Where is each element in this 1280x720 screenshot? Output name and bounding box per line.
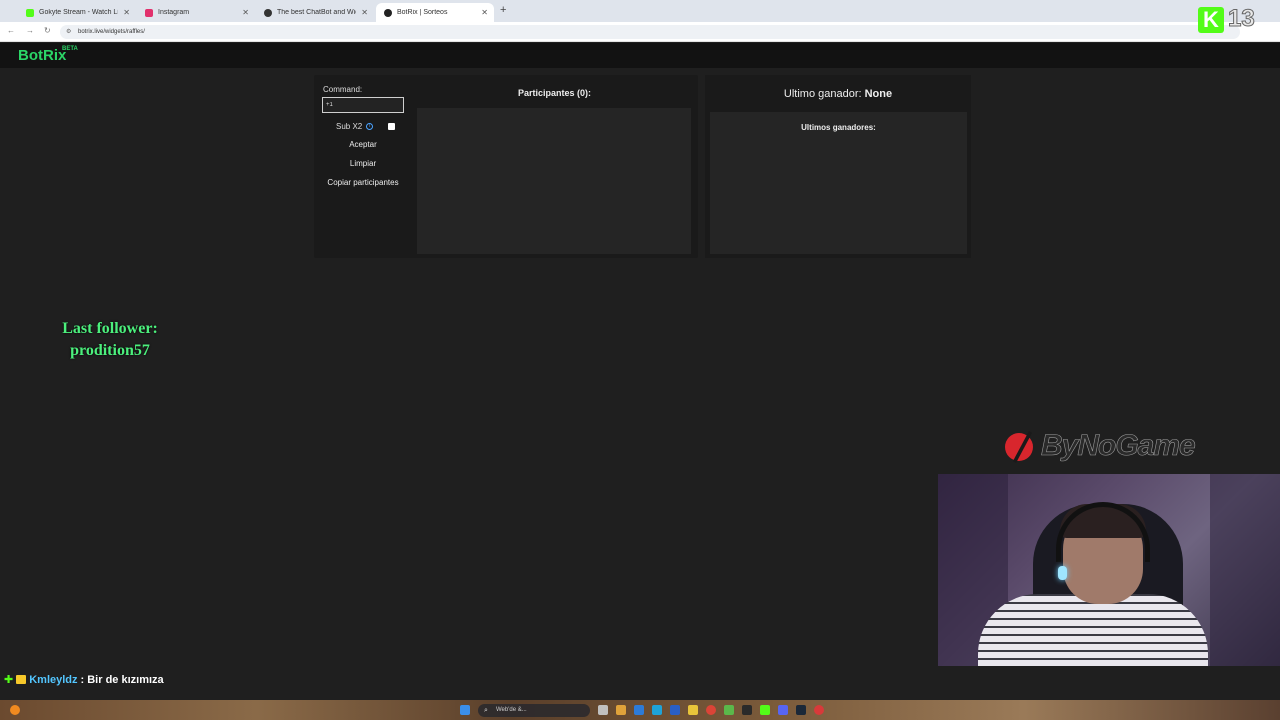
last-follower-name: prodition57 [70,342,150,359]
browser-address-bar: ← → ↻ ⚙ botrix.live/widgets/raffles/ [0,22,1280,42]
browser-tab-strip: Gokyte Stream - Watch Live on ✕ Instagra… [0,0,1280,22]
close-icon[interactable]: ✕ [481,8,494,17]
close-icon[interactable]: ✕ [361,8,374,17]
last-winner-value: None [864,88,893,100]
taskbar-search[interactable]: ⌕ Web'de &... [478,704,590,717]
folder-icon[interactable] [688,705,698,715]
accept-button[interactable]: Aceptar [322,138,404,152]
botrix-favicon-icon [384,8,392,17]
beta-badge: BETA [62,46,78,52]
discord-icon[interactable] [778,705,788,715]
xbox-icon[interactable] [724,705,734,715]
participants-list[interactable] [417,108,691,254]
reload-icon[interactable]: ↻ [44,26,51,35]
tab-gokyte-stream[interactable]: Gokyte Stream - Watch Live on ✕ [18,3,136,22]
sub-x2-label: Sub X2 [336,122,363,131]
task-view-icon[interactable] [598,705,608,715]
kick-logo-icon: K [1198,7,1224,33]
sub-x2-checkbox[interactable] [388,123,395,130]
kick-badge: K 13 [1198,5,1268,35]
person-shirt [978,594,1208,666]
webcam-background [1210,474,1280,666]
tab-botrix-home[interactable]: The best ChatBot and Widgets ✕ [256,3,374,22]
store-icon[interactable] [634,705,644,715]
obs-icon[interactable] [814,705,824,715]
headset-light [1058,566,1067,580]
webcam-feed [938,474,1280,666]
site-header: BotRix BETA [0,43,1280,68]
botrix-favicon-icon [264,8,272,17]
last-follower-label: Last follower: [62,320,158,337]
tab-botrix-sorteos[interactable]: BotRix | Sorteos ✕ [376,3,494,22]
participants-title: Participantes (0): [518,88,592,98]
command-input[interactable] [322,97,404,113]
winners-list[interactable]: Ultimos ganadores: [710,112,967,254]
command-label: Command: [323,85,363,94]
close-icon[interactable]: ✕ [123,8,136,17]
last-winner: Ultimo ganador: None [705,88,971,100]
info-icon[interactable]: i [366,123,374,130]
windows-start-icon[interactable] [460,705,470,715]
terminal-icon[interactable] [742,705,752,715]
url-field[interactable]: ⚙ botrix.live/widgets/raffles/ [60,25,1240,39]
instagram-favicon-icon [145,8,153,17]
botrix-logo[interactable]: BotRix [18,47,66,64]
start-icon[interactable] [10,705,20,715]
taskbar-search-text: Web'de &... [496,707,527,713]
clear-button[interactable]: Limpiar [322,157,404,171]
last-winner-label: Ultimo ganador: [783,88,862,100]
sponsor-name: ByNoGame [1041,429,1196,463]
chat-username: Kmleyldz [29,673,78,686]
tab-title: BotRix | Sorteos [397,9,448,16]
back-arrow-icon[interactable]: ← [7,26,15,35]
tab-instagram[interactable]: Instagram ✕ [137,3,255,22]
sub-x2-row: Sub X2 i [336,122,374,131]
bynogame-logo-icon [1005,431,1033,463]
edge-icon[interactable] [652,705,662,715]
tab-title: Gokyte Stream - Watch Live on [39,9,119,16]
file-explorer-icon[interactable] [616,705,626,715]
steam-icon[interactable] [796,705,806,715]
last-follower-overlay: Last follower: prodition57 [40,318,180,362]
chrome-icon[interactable] [706,705,716,715]
site-info-icon[interactable]: ⚙ [66,25,71,39]
kick-favicon-icon [26,8,34,17]
search-icon: ⌕ [484,707,488,714]
forward-arrow-icon[interactable]: → [26,26,34,35]
raffle-panel: Command: Sub X2 i Aceptar Limpiar Copiar… [314,75,698,258]
kick-number: 13 [1228,5,1256,33]
tab-title: Instagram [158,9,190,16]
plus-badge-icon: ✚ [4,674,14,686]
mail-icon[interactable] [670,705,680,715]
url-text: botrix.live/widgets/raffles/ [78,29,145,35]
close-icon[interactable]: ✕ [242,8,255,17]
sponsor-logo: ByNoGame [1003,424,1196,468]
chat-message: ✚ Kmleyldz : Bir de kızımıza [4,673,164,687]
new-tab-button[interactable]: + [500,4,506,16]
winners-list-title: Ultimos ganadores: [801,123,876,132]
crown-badge-icon [16,675,27,684]
chat-text: : Bir de kızımıza [80,673,164,686]
tab-title: The best ChatBot and Widgets [277,9,356,16]
kick-app-icon[interactable] [760,705,770,715]
screen: Gokyte Stream - Watch Live on ✕ Instagra… [0,0,1280,720]
copy-participants-button[interactable]: Copiar participantes [322,176,404,190]
winners-panel: Ultimo ganador: None Ultimos ganadores: [705,75,971,258]
